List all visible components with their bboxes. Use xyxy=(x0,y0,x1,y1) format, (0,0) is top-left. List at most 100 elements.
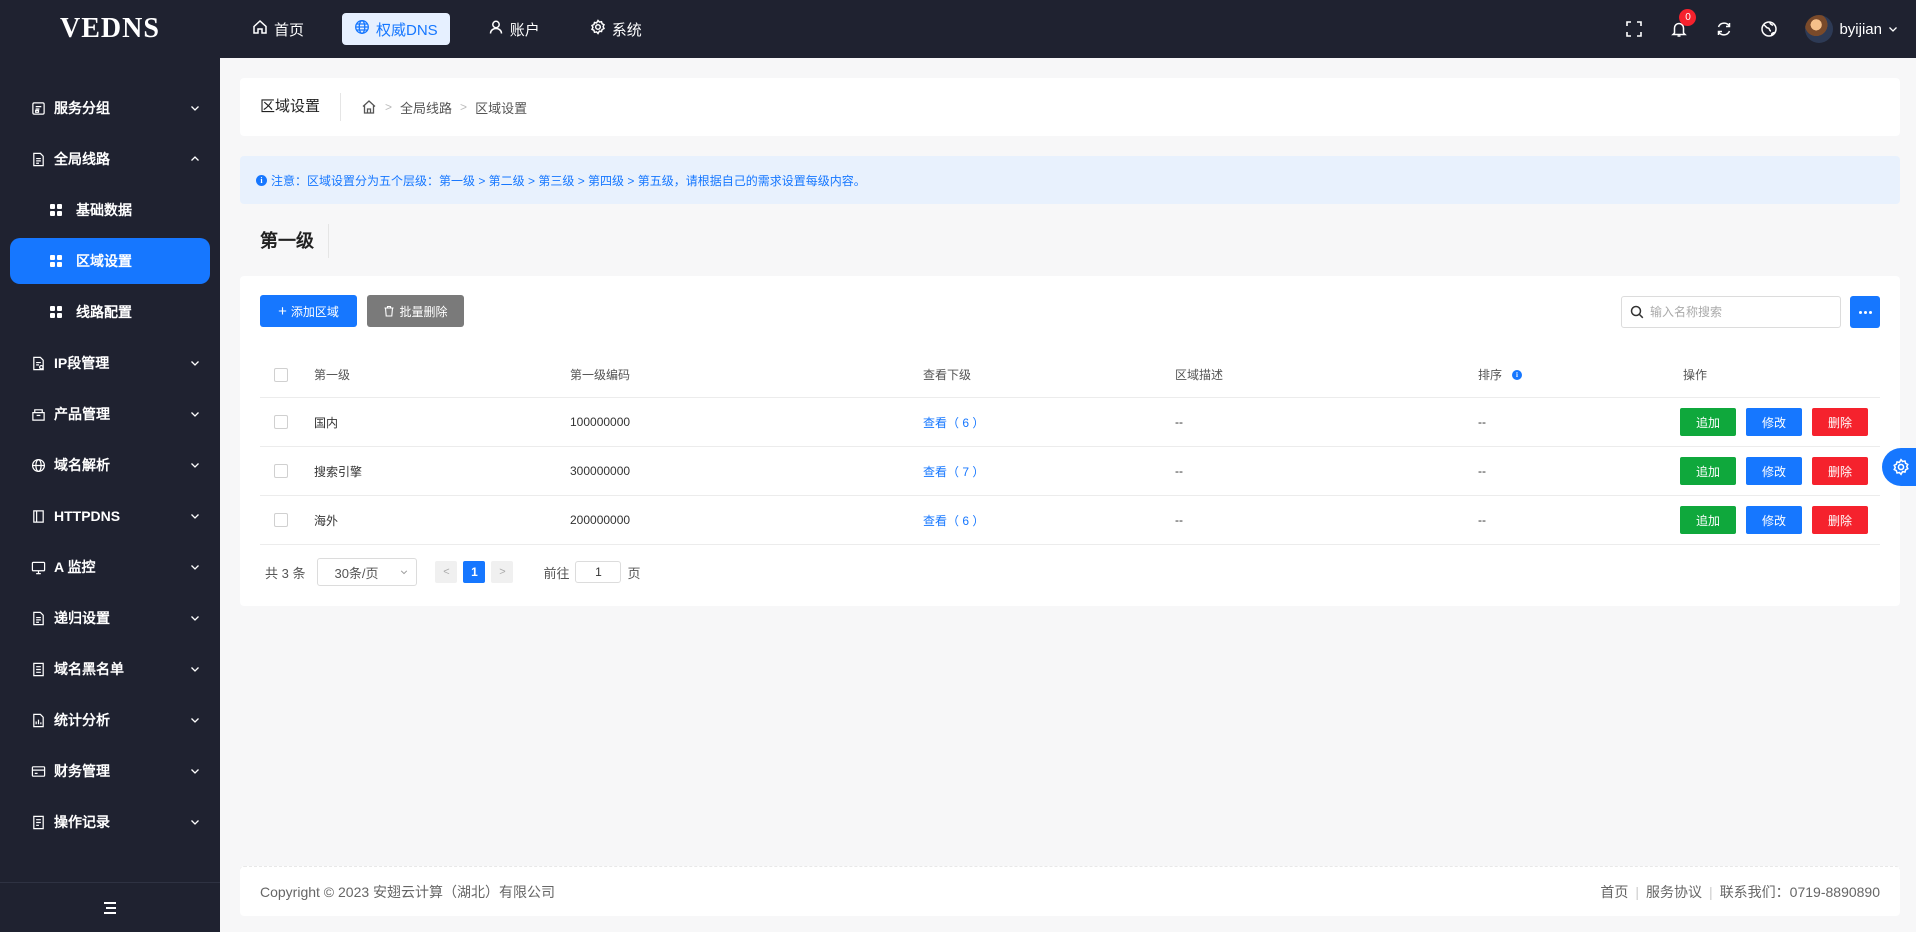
info-icon[interactable]: i xyxy=(1512,369,1523,380)
footer-link-contact[interactable]: 联系我们：0719-8890890 xyxy=(1720,882,1880,902)
page-suffix: 页 xyxy=(627,565,641,581)
grid-icon xyxy=(50,255,62,267)
region-table-panel: + 添加区域 批量删除 第一级 第一级编码 查看下级 区域描述 排序 i 操作 … xyxy=(240,276,1900,606)
sidebar-item-operation-log[interactable]: 操作记录 xyxy=(0,800,220,844)
sidebar-item-label: 操作记录 xyxy=(54,814,110,830)
floating-settings-button[interactable] xyxy=(1882,448,1916,486)
row-checkbox[interactable] xyxy=(274,513,288,527)
topnav-system[interactable]: 系统 xyxy=(578,13,654,45)
batch-delete-button[interactable]: 批量删除 xyxy=(367,295,464,327)
sidebar-item-finance[interactable]: 财务管理 xyxy=(0,749,220,793)
sidebar-item-label: 统计分析 xyxy=(54,712,110,728)
view-children-link[interactable]: 查看（ 6 ） xyxy=(923,496,984,544)
language-globe-icon[interactable] xyxy=(1760,20,1778,38)
sidebar-item-label: 服务分组 xyxy=(54,100,110,116)
sidebar-subitem-region-settings[interactable]: 区域设置 xyxy=(10,238,210,284)
footer-separator: | xyxy=(1635,883,1640,900)
app-logo[interactable]: VEDNS xyxy=(0,13,220,45)
row-checkbox[interactable] xyxy=(274,464,288,478)
region-description: -- xyxy=(1175,513,1183,527)
region-sort: -- xyxy=(1478,415,1486,429)
batch-delete-label: 批量删除 xyxy=(399,304,448,319)
sidebar-item-domain-blacklist[interactable]: 域名黑名单 xyxy=(0,647,220,691)
home-icon[interactable] xyxy=(361,99,377,115)
prev-page-button[interactable]: < xyxy=(435,561,458,583)
sidebar-subitem-basic-data[interactable]: 基础数据 xyxy=(10,187,210,233)
sidebar-item-global-route[interactable]: 全局线路 xyxy=(0,137,220,181)
sidebar-item-statistics[interactable]: 统计分析 xyxy=(0,698,220,742)
route-icon xyxy=(30,151,46,167)
region-description: -- xyxy=(1175,464,1183,478)
page-number[interactable]: 1 xyxy=(463,561,486,583)
chevron-down-icon xyxy=(191,769,199,774)
sidebar-item-recursive-settings[interactable]: 递归设置 xyxy=(0,596,220,640)
sidebar-item-label: HTTPDNS xyxy=(54,508,121,524)
sidebar-item-service-group[interactable]: 服务分组 xyxy=(0,86,220,130)
product-icon xyxy=(30,406,46,422)
append-button[interactable]: 追加 xyxy=(1680,457,1736,485)
sidebar-subitem-route-config[interactable]: 线路配置 xyxy=(10,289,210,335)
sidebar-item-label: 基础数据 xyxy=(76,202,132,218)
edit-button[interactable]: 修改 xyxy=(1746,506,1802,534)
breadcrumb-item-global-route[interactable]: 全局线路 xyxy=(400,98,452,117)
topnav-authoritative-dns[interactable]: 权威DNS xyxy=(342,13,450,45)
sidebar-item-label: 域名黑名单 xyxy=(54,661,124,677)
sidebar: 服务分组 全局线路 基础数据 区域设置 线路配置 IP段管理 产品管理 域名解析… xyxy=(0,58,220,932)
column-header-description: 区域描述 xyxy=(1175,368,1224,382)
chevron-down-icon xyxy=(191,667,199,672)
column-header-level1: 第一级 xyxy=(314,368,351,382)
table-header: 第一级 第一级编码 查看下级 区域描述 排序 i 操作 xyxy=(260,352,1880,398)
topnav-home-label: 首页 xyxy=(274,21,305,39)
refresh-icon[interactable] xyxy=(1715,20,1733,38)
sidebar-item-product-management[interactable]: 产品管理 xyxy=(0,392,220,436)
sidebar-collapse-toggle[interactable] xyxy=(0,882,220,932)
chevron-down-icon xyxy=(401,570,408,575)
delete-button[interactable]: 删除 xyxy=(1812,408,1868,436)
sidebar-item-ip-management[interactable]: IP段管理 xyxy=(0,341,220,385)
search-input[interactable] xyxy=(1650,305,1830,319)
header-tools: 0 byijian xyxy=(1625,9,1916,43)
blacklist-icon xyxy=(30,661,46,677)
row-checkbox[interactable] xyxy=(274,415,288,429)
sidebar-item-label: 产品管理 xyxy=(54,406,110,422)
breadcrumb-item-region-settings[interactable]: 区域设置 xyxy=(475,98,527,117)
fullscreen-icon[interactable] xyxy=(1625,20,1643,38)
delete-button[interactable]: 删除 xyxy=(1812,457,1868,485)
edit-button[interactable]: 修改 xyxy=(1746,408,1802,436)
append-button[interactable]: 追加 xyxy=(1680,408,1736,436)
view-children-link[interactable]: 查看（ 7 ） xyxy=(923,447,984,495)
page-size-select[interactable]: 30条/页 xyxy=(317,558,418,586)
view-children-link[interactable]: 查看（ 6 ） xyxy=(923,398,984,446)
footer-link-agreement[interactable]: 服务协议 xyxy=(1646,882,1702,902)
breadcrumb-bar: 区域设置 > 全局线路 > 区域设置 xyxy=(240,78,1900,136)
append-button[interactable]: 追加 xyxy=(1680,506,1736,534)
bell-icon[interactable]: 0 xyxy=(1670,9,1697,38)
region-code: 200000000 xyxy=(570,513,631,527)
next-page-button[interactable]: > xyxy=(491,561,514,583)
sidebar-item-a-monitor[interactable]: A 监控 xyxy=(0,545,220,589)
sidebar-item-label: 全局线路 xyxy=(54,151,110,167)
goto-page-input[interactable] xyxy=(575,561,622,583)
topnav-home[interactable]: 首页 xyxy=(240,13,316,45)
gear-icon xyxy=(1893,458,1909,476)
page-size-value: 30条/页 xyxy=(334,565,379,581)
notice-text: 注意：区域设置分为五个层级：第一级 > 第二级 > 第三级 > 第四级 > 第五… xyxy=(271,173,866,188)
sidebar-item-label: 线路配置 xyxy=(76,304,132,320)
sidebar-item-label: A 监控 xyxy=(54,559,96,575)
sidebar-item-label: 财务管理 xyxy=(54,763,110,779)
sidebar-item-httpdns[interactable]: HTTPDNS xyxy=(0,494,220,538)
chevron-down-icon xyxy=(191,616,199,621)
sidebar-item-domain-resolution[interactable]: 域名解析 xyxy=(0,443,220,487)
plus-icon: + xyxy=(278,302,287,320)
edit-button[interactable]: 修改 xyxy=(1746,457,1802,485)
user-menu[interactable]: byijian xyxy=(1805,15,1898,43)
footer-link-home[interactable]: 首页 xyxy=(1600,882,1628,902)
select-all-checkbox[interactable] xyxy=(274,367,288,382)
section-title: 第一级 xyxy=(260,224,329,258)
delete-button[interactable]: 删除 xyxy=(1812,506,1868,534)
chevron-up-icon xyxy=(191,156,199,161)
topnav-account[interactable]: 账户 xyxy=(476,13,552,45)
more-options-button[interactable] xyxy=(1850,296,1880,328)
add-region-button[interactable]: + 添加区域 xyxy=(260,295,357,327)
region-name: 搜索引擎 xyxy=(314,464,363,479)
